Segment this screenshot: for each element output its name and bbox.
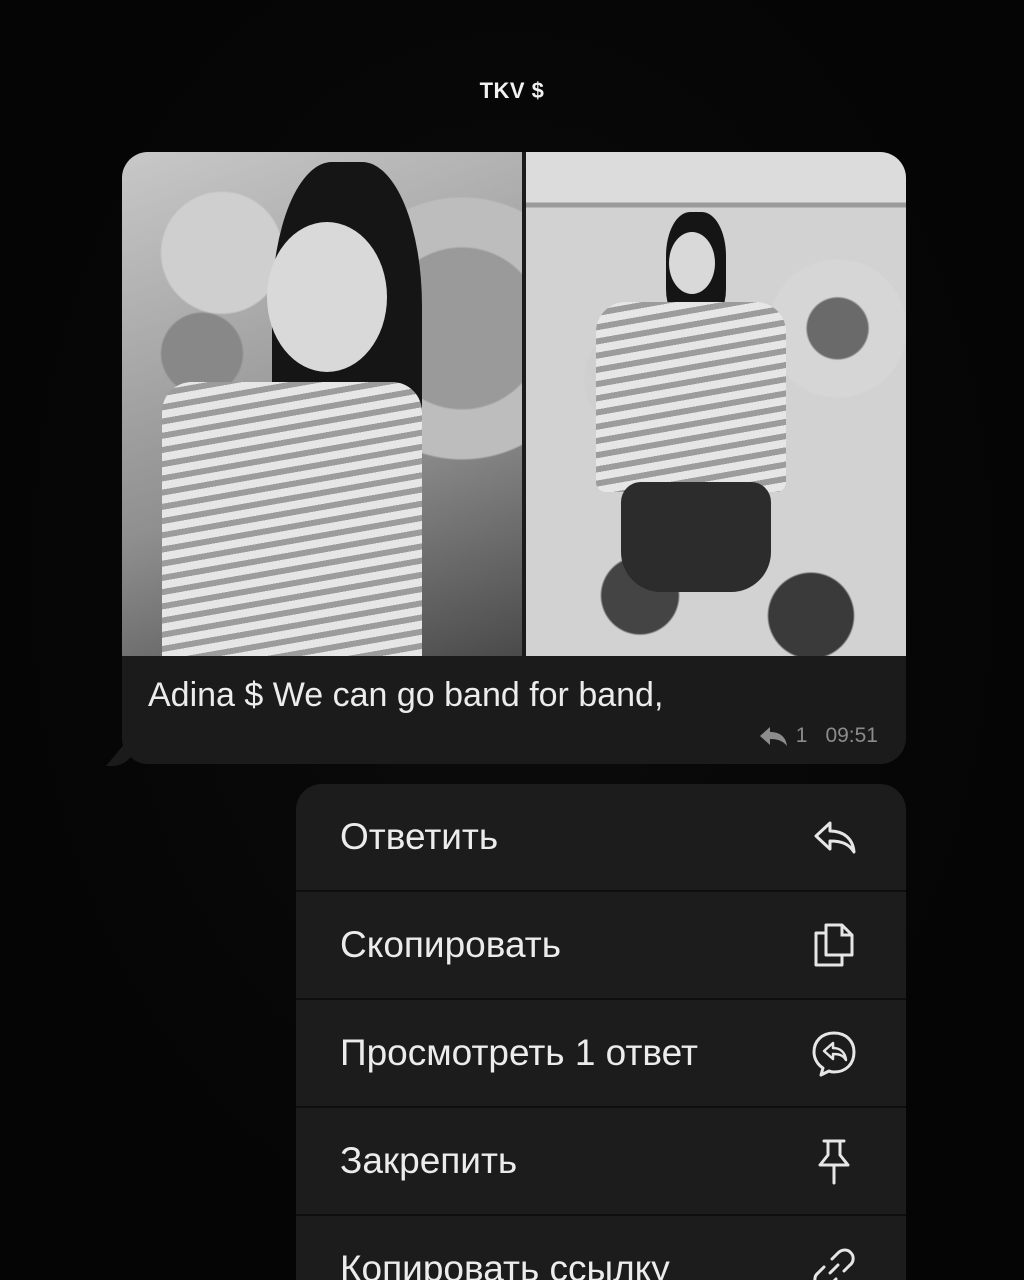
- photo-right[interactable]: [526, 152, 906, 656]
- message-time: 09:51: [825, 724, 878, 747]
- photo-left[interactable]: [122, 152, 522, 656]
- chat-screen: TKV $ Adina $ We can go band for band, 1…: [0, 0, 1024, 1280]
- photo-figure-body: [596, 302, 786, 492]
- reply-arrow-icon[interactable]: [758, 725, 788, 747]
- reply-count[interactable]: 1: [796, 724, 808, 748]
- view-replies-icon: [812, 1031, 856, 1077]
- reply-icon: [814, 821, 856, 854]
- menu-item-copy-link[interactable]: Копировать ссылку: [296, 1216, 906, 1280]
- photo-figure-face: [267, 222, 387, 372]
- photo-figure-legs: [621, 482, 771, 592]
- menu-item-label: Скопировать: [340, 924, 561, 965]
- copy-icon: [814, 923, 854, 967]
- menu-item-copy[interactable]: Скопировать: [296, 892, 906, 1000]
- menu-item-label: Просмотреть 1 ответ: [340, 1032, 698, 1073]
- menu-item-reply[interactable]: Ответить: [296, 784, 906, 892]
- message-bubble[interactable]: Adina $ We can go band for band, 1 09:51: [122, 152, 906, 764]
- message-meta: 1 09:51: [758, 724, 878, 748]
- menu-item-pin[interactable]: Закрепить: [296, 1108, 906, 1216]
- menu-item-label: Ответить: [340, 816, 499, 857]
- chat-title[interactable]: TKV $: [0, 78, 1024, 104]
- menu-item-label: Копировать ссылку: [340, 1248, 670, 1280]
- photo-album[interactable]: [122, 152, 906, 656]
- menu-item-label: Закрепить: [340, 1140, 518, 1181]
- link-icon: [813, 1248, 855, 1280]
- photo-figure-face: [669, 232, 715, 294]
- message-caption: Adina $ We can go band for band,: [148, 676, 664, 714]
- photo-figure-body: [162, 382, 422, 656]
- menu-item-view-replies[interactable]: Просмотреть 1 ответ: [296, 1000, 906, 1108]
- pin-icon: [818, 1139, 850, 1185]
- context-menu: Ответить Скопировать Просмотреть 1 ответ…: [296, 784, 906, 1280]
